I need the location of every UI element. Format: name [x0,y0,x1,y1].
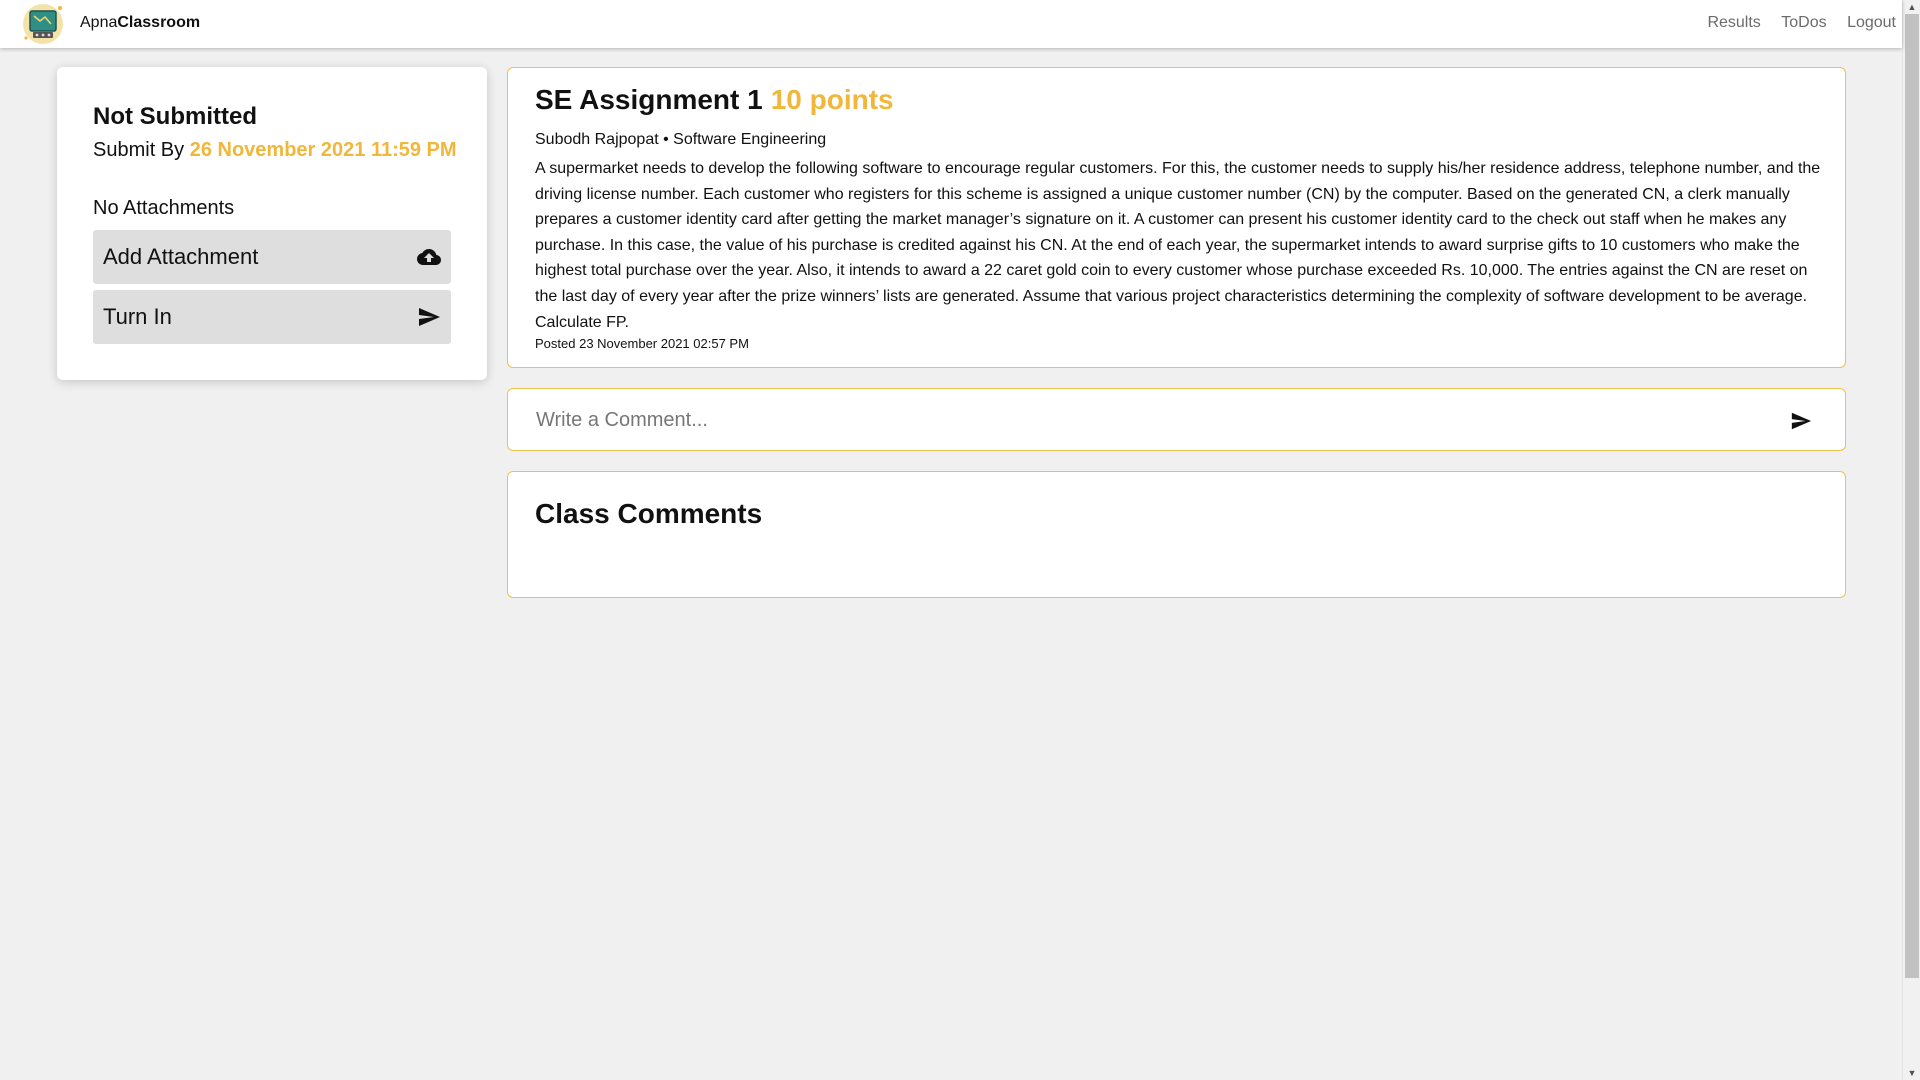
cloud-upload-icon [417,245,441,269]
page-scrollbar[interactable]: ▲ ▼ [1902,0,1920,1080]
attachments-status: No Attachments [93,197,235,219]
brand-name[interactable]: ApnaClassroom [80,14,200,32]
nav-todos-link[interactable]: ToDos [1781,14,1826,31]
due-date: 26 November 2021 11:59 PM [189,139,457,161]
assignment-posted-date: Posted 23 November 2021 02:57 PM [535,336,749,351]
add-attachment-button[interactable]: Add Attachment [93,230,451,284]
scrollbar-thumb[interactable] [1905,14,1919,978]
submit-by-line: Submit By 26 November 2021 11:59 PM [93,139,457,162]
assignment-description: A supermarket needs to develop the follo… [535,160,1821,331]
submit-by-label: Submit By [93,139,185,161]
classroom-logo-icon[interactable] [20,2,66,46]
assignment-points: 10 points [770,84,894,115]
turn-in-label: Turn In [103,304,172,329]
comment-input[interactable] [536,403,1756,437]
brand-prefix: Apna [80,14,118,31]
add-attachment-label: Add Attachment [103,244,259,269]
class-comments-title: Class Comments [535,498,763,529]
top-navbar: ApnaClassroom Results ToDos Logout [0,0,1902,48]
nav-results-link[interactable]: Results [1707,14,1760,31]
assignment-title-line: SE Assignment 1 10 points [535,84,894,116]
assignment-card: SE Assignment 1 10 points Subodh Rajpopat… [507,67,1846,368]
scroll-down-arrow-icon[interactable]: ▼ [1903,1066,1920,1080]
assignment-meta: Subodh Rajpopat • Software Engineering [535,131,827,148]
send-icon [417,305,441,329]
nav-links: Results ToDos Logout [1691,14,1896,32]
assignment-title: SE Assignment 1 [535,84,763,115]
comment-box [507,388,1846,451]
scroll-up-arrow-icon[interactable]: ▲ [1903,0,1920,14]
submission-status-card: Not Submitted Submit By 26 November 2021… [57,67,487,380]
turn-in-button[interactable]: Turn In [93,290,451,344]
class-comments-card: Class Comments [507,471,1846,598]
submission-status-title: Not Submitted [93,103,257,130]
send-comment-icon[interactable] [1790,410,1812,432]
nav-logout-link[interactable]: Logout [1847,14,1896,31]
brand-bold: Classroom [117,14,201,31]
